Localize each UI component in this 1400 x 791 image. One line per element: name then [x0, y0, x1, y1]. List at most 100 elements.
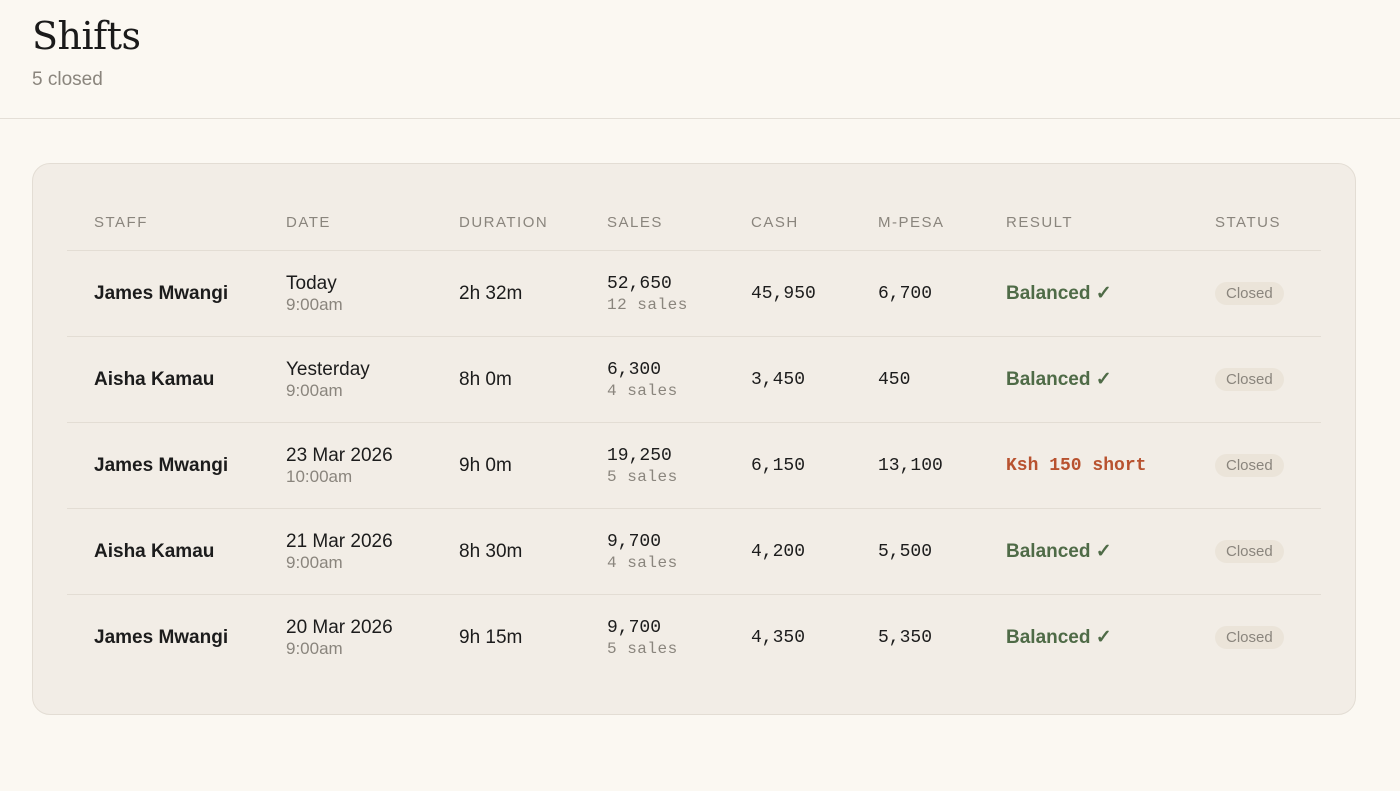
column-header-date: DATE — [259, 194, 432, 251]
shift-duration: 2h 32m — [459, 282, 523, 304]
result-cell: Balanced ✓ — [979, 336, 1188, 423]
cash-amount: 3,450 — [751, 369, 806, 390]
date-cell: 20 Mar 2026 9:00am — [259, 595, 432, 681]
staff-name: Aisha Kamau — [94, 540, 215, 562]
result-cell: Balanced ✓ — [979, 250, 1188, 337]
staff-cell: James Mwangi — [67, 422, 259, 509]
sales-cell: 6,300 4 sales — [580, 336, 724, 423]
mpesa-cell: 5,350 — [851, 595, 979, 681]
column-header-cash: CASH — [724, 194, 851, 251]
staff-cell: James Mwangi — [67, 595, 259, 681]
result-cell: Balanced ✓ — [979, 595, 1188, 681]
sales-count: 4 sales — [607, 553, 678, 572]
result-short: Ksh 150 short — [1006, 455, 1147, 476]
column-header-sales: SALES — [580, 194, 724, 251]
status-badge: Closed — [1215, 368, 1284, 391]
cash-cell: 45,950 — [724, 250, 851, 337]
table-row[interactable]: Aisha Kamau 21 Mar 2026 9:00am 8h 30m 9,… — [67, 508, 1321, 595]
sales-cell: 9,700 4 sales — [580, 508, 724, 595]
mpesa-cell: 5,500 — [851, 508, 979, 595]
cash-cell: 4,350 — [724, 595, 851, 681]
staff-cell: James Mwangi — [67, 250, 259, 337]
sales-count: 5 sales — [607, 639, 678, 658]
column-header-status: STATUS — [1188, 194, 1321, 251]
cash-cell: 4,200 — [724, 508, 851, 595]
duration-cell: 9h 0m — [432, 422, 580, 509]
shifts-card: STAFF DATE DURATION SALES CASH M-PESA RE… — [32, 163, 1356, 715]
status-cell: Closed — [1188, 422, 1321, 509]
duration-cell: 9h 15m — [432, 595, 580, 681]
mpesa-cell: 13,100 — [851, 422, 979, 509]
result-balanced: Balanced ✓ — [1006, 627, 1112, 648]
cash-cell: 6,150 — [724, 422, 851, 509]
shift-start-time: 9:00am — [286, 380, 343, 400]
table-row[interactable]: James Mwangi 23 Mar 2026 10:00am 9h 0m 1… — [67, 422, 1321, 509]
sales-count: 5 sales — [607, 467, 678, 486]
status-cell: Closed — [1188, 508, 1321, 595]
table-row[interactable]: James Mwangi 20 Mar 2026 9:00am 9h 15m 9… — [67, 595, 1321, 681]
page-subtitle: 5 closed — [32, 69, 103, 90]
staff-cell: Aisha Kamau — [67, 336, 259, 423]
mpesa-amount: 5,500 — [878, 541, 933, 562]
result-cell: Ksh 150 short — [979, 422, 1188, 509]
sales-amount: 9,700 — [607, 531, 662, 552]
sales-cell: 9,700 5 sales — [580, 595, 724, 681]
date-cell: 23 Mar 2026 10:00am — [259, 422, 432, 509]
sales-count: 4 sales — [607, 381, 678, 400]
shift-date: 23 Mar 2026 — [286, 444, 393, 466]
page-header: Shifts 5 closed — [0, 0, 1400, 119]
column-header-result: RESULT — [979, 194, 1188, 251]
result-balanced: Balanced ✓ — [1006, 283, 1112, 304]
date-cell: Yesterday 9:00am — [259, 336, 432, 423]
status-badge: Closed — [1215, 282, 1284, 305]
column-header-duration: DURATION — [432, 194, 580, 251]
page-title: Shifts — [32, 14, 141, 58]
cash-amount: 6,150 — [751, 455, 806, 476]
mpesa-amount: 6,700 — [878, 283, 933, 304]
duration-cell: 2h 32m — [432, 250, 580, 337]
staff-cell: Aisha Kamau — [67, 508, 259, 595]
staff-name: James Mwangi — [94, 454, 229, 476]
staff-name: Aisha Kamau — [94, 368, 215, 390]
status-badge: Closed — [1215, 626, 1284, 649]
sales-amount: 19,250 — [607, 445, 672, 466]
column-header-mpesa: M-PESA — [851, 194, 979, 251]
shift-date: 21 Mar 2026 — [286, 530, 393, 552]
shift-start-time: 9:00am — [286, 552, 343, 572]
shift-date: Today — [286, 272, 337, 294]
staff-name: James Mwangi — [94, 626, 229, 648]
table-row[interactable]: James Mwangi Today 9:00am 2h 32m 52,650 … — [67, 250, 1321, 337]
shift-start-time: 9:00am — [286, 638, 343, 658]
shift-date: 20 Mar 2026 — [286, 616, 393, 638]
duration-cell: 8h 30m — [432, 508, 580, 595]
mpesa-amount: 450 — [878, 369, 911, 390]
mpesa-cell: 6,700 — [851, 250, 979, 337]
status-cell: Closed — [1188, 250, 1321, 337]
sales-amount: 6,300 — [607, 359, 662, 380]
column-header-staff: STAFF — [67, 194, 259, 251]
duration-cell: 8h 0m — [432, 336, 580, 423]
sales-count: 12 sales — [607, 295, 688, 314]
cash-amount: 45,950 — [751, 283, 816, 304]
cash-amount: 4,200 — [751, 541, 806, 562]
mpesa-cell: 450 — [851, 336, 979, 423]
date-cell: Today 9:00am — [259, 250, 432, 337]
shift-duration: 9h 0m — [459, 454, 512, 476]
status-badge: Closed — [1215, 540, 1284, 563]
sales-cell: 52,650 12 sales — [580, 250, 724, 337]
shifts-table: STAFF DATE DURATION SALES CASH M-PESA RE… — [67, 194, 1321, 680]
status-badge: Closed — [1215, 454, 1284, 477]
result-cell: Balanced ✓ — [979, 508, 1188, 595]
sales-amount: 52,650 — [607, 273, 672, 294]
status-cell: Closed — [1188, 336, 1321, 423]
shift-start-time: 10:00am — [286, 466, 353, 486]
table-row[interactable]: Aisha Kamau Yesterday 9:00am 8h 0m 6,300… — [67, 336, 1321, 423]
shift-start-time: 9:00am — [286, 294, 343, 314]
sales-cell: 19,250 5 sales — [580, 422, 724, 509]
result-balanced: Balanced ✓ — [1006, 541, 1112, 562]
sales-amount: 9,700 — [607, 617, 662, 638]
mpesa-amount: 13,100 — [878, 455, 943, 476]
shift-duration: 8h 30m — [459, 540, 523, 562]
result-balanced: Balanced ✓ — [1006, 369, 1112, 390]
cash-amount: 4,350 — [751, 627, 806, 648]
